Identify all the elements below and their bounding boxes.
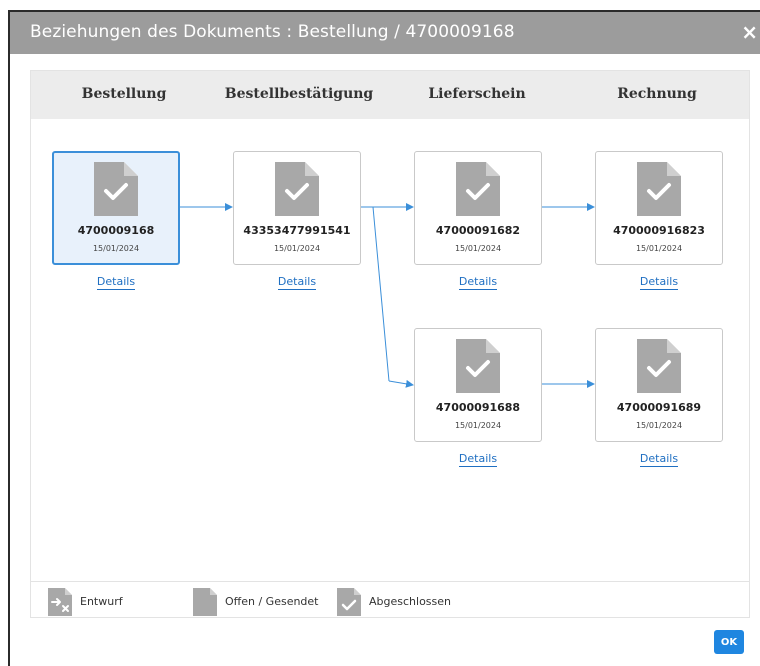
dialog-title: Beziehungen des Dokuments : Bestellung /… xyxy=(30,22,515,42)
document-completed-icon xyxy=(637,162,681,216)
details-link[interactable]: Details xyxy=(233,275,361,290)
legend-label: Offen / Gesendet xyxy=(225,595,319,608)
details-link[interactable]: Details xyxy=(414,275,542,290)
document-date: 15/01/2024 xyxy=(635,421,683,430)
document-open-icon xyxy=(193,588,217,616)
details-link-label[interactable]: Details xyxy=(277,275,317,290)
document-completed-icon xyxy=(456,162,500,216)
details-link-label[interactable]: Details xyxy=(639,275,679,290)
document-date: 15/01/2024 xyxy=(273,244,321,253)
document-number: 47000091689 xyxy=(616,401,702,414)
document-node-bestellbestaetigung[interactable]: 43353477991541 15/01/2024 xyxy=(233,151,361,265)
document-node-rechnung-2[interactable]: 47000091689 15/01/2024 xyxy=(595,328,723,442)
status-legend: Entwurf Offen / Gesendet Abgeschlossen xyxy=(31,581,749,618)
document-number: 470000916823 xyxy=(613,224,705,237)
details-link-label[interactable]: Details xyxy=(96,275,136,290)
document-completed-icon xyxy=(94,162,138,216)
column-header-bestellbestaetigung: Bestellbestätigung xyxy=(224,86,374,102)
connector-line xyxy=(372,206,390,382)
document-date: 15/01/2024 xyxy=(92,244,140,253)
document-number: 43353477991541 xyxy=(243,224,351,237)
document-completed-icon xyxy=(456,339,500,393)
document-node-lieferschein-1[interactable]: 47000091682 15/01/2024 xyxy=(414,151,542,265)
details-link[interactable]: Details xyxy=(414,452,542,467)
dialog-titlebar: Beziehungen des Dokuments : Bestellung /… xyxy=(10,12,760,54)
column-header-rechnung: Rechnung xyxy=(617,86,697,102)
close-icon[interactable]: × xyxy=(741,20,758,44)
document-date: 15/01/2024 xyxy=(635,244,683,253)
details-link-label[interactable]: Details xyxy=(639,452,679,467)
document-number: 47000091688 xyxy=(435,401,521,414)
column-header-bar: Bestellung Bestellbestätigung Liefersche… xyxy=(31,71,749,119)
document-date: 15/01/2024 xyxy=(454,421,502,430)
details-link-label[interactable]: Details xyxy=(458,452,498,467)
legend-label: Abgeschlossen xyxy=(369,595,451,608)
legend-label: Entwurf xyxy=(80,595,123,608)
column-header-bestellung: Bestellung xyxy=(81,86,167,102)
document-node-lieferschein-2[interactable]: 47000091688 15/01/2024 xyxy=(414,328,542,442)
document-draft-icon xyxy=(48,588,72,616)
relations-panel: Bestellung Bestellbestätigung Liefersche… xyxy=(30,70,750,618)
ok-button[interactable]: OK xyxy=(714,630,744,654)
document-completed-icon xyxy=(275,162,319,216)
details-link[interactable]: Details xyxy=(595,452,723,467)
document-date: 15/01/2024 xyxy=(454,244,502,253)
document-node-rechnung-1[interactable]: 470000916823 15/01/2024 xyxy=(595,151,723,265)
document-relations-dialog: Beziehungen des Dokuments : Bestellung /… xyxy=(8,10,760,666)
document-completed-icon xyxy=(637,339,681,393)
details-link[interactable]: Details xyxy=(52,275,180,290)
document-node-bestellung[interactable]: 4700009168 15/01/2024 xyxy=(52,151,180,265)
column-header-lieferschein: Lieferschein xyxy=(428,86,526,102)
connector-line xyxy=(388,379,414,388)
document-number: 4700009168 xyxy=(77,224,155,237)
details-link-label[interactable]: Details xyxy=(458,275,498,290)
document-completed-icon xyxy=(337,588,361,616)
details-link[interactable]: Details xyxy=(595,275,723,290)
document-number: 47000091682 xyxy=(435,224,521,237)
